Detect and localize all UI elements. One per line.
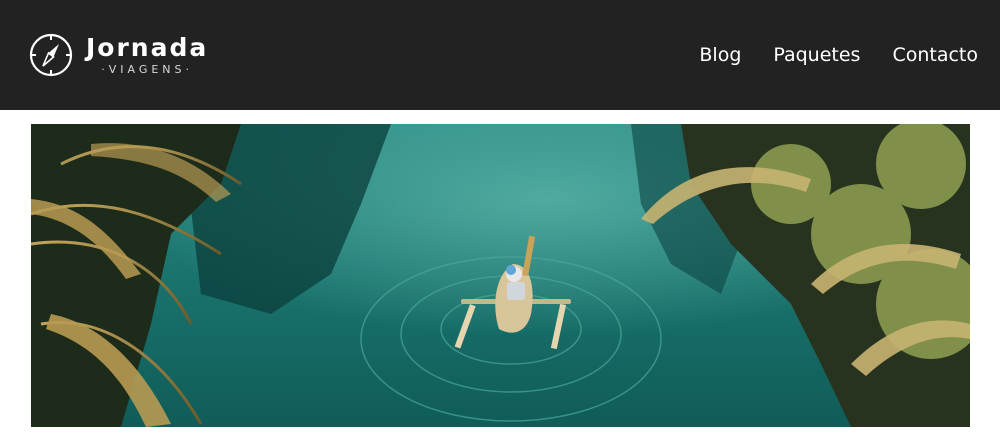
brand-tagline: ·VIAGENS· [101, 62, 194, 76]
brand-text: Jornada ·VIAGENS· [86, 32, 209, 77]
nav-link-paquetes[interactable]: Paquetes [773, 40, 860, 70]
river-canoe-photo [31, 124, 970, 427]
site-header: Jornada ·VIAGENS· Blog Paquetes Contacto [0, 0, 1000, 110]
compass-icon [29, 33, 73, 77]
main-nav: Blog Paquetes Contacto [699, 40, 978, 70]
hero-image [31, 124, 970, 427]
nav-link-contacto[interactable]: Contacto [892, 40, 978, 70]
nav-link-blog[interactable]: Blog [699, 40, 741, 70]
brand-logo-link[interactable]: Jornada ·VIAGENS· [28, 30, 208, 80]
brand-name: Jornada [86, 32, 209, 62]
